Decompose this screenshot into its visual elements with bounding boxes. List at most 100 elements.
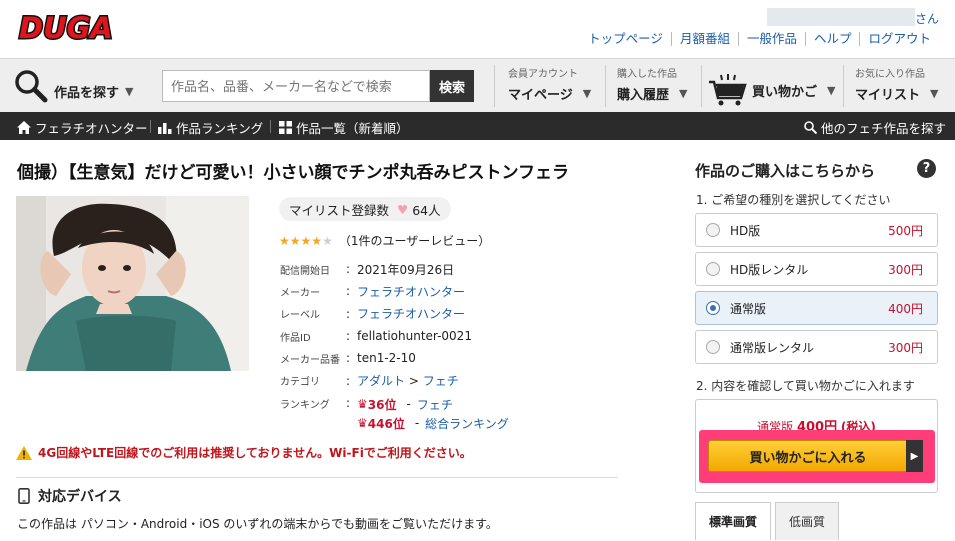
sub-nav: フェラチオハンター 作品ランキング 作品一覧（新着順） 他のフェチ作品を探す	[0, 112, 955, 140]
tab-low-quality[interactable]: 低画質	[775, 502, 839, 540]
device-heading-text: 対応デバイス	[38, 489, 122, 505]
star-empty-icon: ★	[322, 233, 333, 248]
cart-icon	[709, 74, 747, 106]
product-thumbnail[interactable]	[16, 196, 249, 371]
mylist-label: マイリスト	[855, 88, 921, 103]
radio-standard[interactable]	[706, 301, 720, 315]
star-filled-icon: ★	[300, 233, 312, 248]
link-top-page[interactable]: トップページ	[580, 32, 671, 46]
mypage-menu[interactable]: 会員アカウント マイページ ▼	[508, 65, 591, 107]
chevron-down-icon: ▼	[582, 87, 592, 100]
bar-chart-icon	[158, 123, 172, 134]
history-label: 購入履歴	[617, 88, 670, 103]
username-redacted	[767, 8, 915, 26]
divider	[16, 477, 618, 478]
grid-icon	[279, 121, 292, 134]
crown-icon: ♛	[357, 416, 368, 431]
meta-label: メーカー品番	[280, 354, 340, 366]
meta-label: メーカー	[280, 287, 320, 299]
meta-row-ranking: ランキング: ♛ 36位 - フェチ ♛ 446位 - 総合ランキング	[280, 395, 509, 432]
category-link-fetish[interactable]: フェチ	[423, 374, 459, 388]
rank-fetish-link[interactable]: フェチ	[417, 396, 453, 413]
rank-fetish-position: 36位	[367, 397, 397, 412]
main-nav: 作品を探す ▼ 検索 会員アカウント マイページ ▼ 購入した作品 購入履歴 ▼ 買…	[0, 58, 955, 112]
rank-overall-link[interactable]: 総合ランキング	[425, 415, 509, 432]
search-button[interactable]: 検索	[430, 70, 474, 102]
meta-row-id: 作品ID: fellatiohunter-0021	[280, 329, 472, 344]
home-icon	[17, 121, 31, 134]
search-label: 作品を探す	[54, 85, 120, 101]
meta-label: 配信開始日	[280, 265, 330, 277]
subnav-ranking[interactable]: 作品ランキング	[158, 118, 263, 137]
mypage-caption: 会員アカウント	[508, 69, 578, 80]
link-logout[interactable]: ログアウト	[859, 32, 939, 46]
top-bar: DUGA DUGA さん トップページ 月額番組 一般作品 ヘルプ ログアウト	[0, 0, 955, 58]
divider	[605, 65, 606, 107]
user-suffix: さん	[915, 12, 940, 26]
step1-label: 1. ご希望の種別を選択してください	[696, 193, 891, 207]
mylist-count-badge: マイリスト登録数 ♥ 64人	[279, 197, 451, 221]
mylist-count-value: 64人	[412, 202, 441, 218]
divider	[270, 120, 271, 133]
star-rating-icons: ★★★★★	[279, 234, 333, 248]
step2-label: 2. 内容を確認して買い物かごに入れます	[696, 379, 915, 393]
rating[interactable]: ★★★★★ （1件のユーザーレビュー）	[279, 232, 490, 249]
chevron-down-icon: ▼	[827, 83, 836, 97]
divider	[494, 65, 495, 107]
subnav-maker[interactable]: フェラチオハンター	[17, 118, 148, 137]
mypage-label: マイページ	[508, 88, 573, 103]
radio-hd-rental[interactable]	[706, 262, 720, 276]
link-help[interactable]: ヘルプ	[804, 32, 860, 46]
add-to-cart-button[interactable]: 買い物かごに入れる	[708, 440, 908, 472]
tab-standard-quality[interactable]: 標準画質	[695, 502, 771, 540]
option-standard-rental-label: 通常版レンタル	[730, 340, 815, 355]
option-hd-price: 500円	[888, 223, 923, 238]
meta-label: ランキング	[280, 399, 330, 411]
subnav-maker-label: フェラチオハンター	[35, 121, 148, 136]
link-monthly[interactable]: 月額番組	[670, 32, 738, 46]
category-link-adult[interactable]: アダルト	[357, 374, 405, 388]
duga-logo[interactable]: DUGA DUGA	[16, 12, 136, 42]
option-hd-rental[interactable]: HD版レンタル 300円	[695, 252, 938, 286]
history-menu[interactable]: 購入した作品 購入履歴 ▼	[617, 65, 687, 107]
product-title: 個撮）【生意気】だけど可愛い！小さい顔でチンポ丸呑みピストンフェラ	[17, 163, 569, 183]
search-input[interactable]	[162, 70, 430, 102]
meta-row-maker: メーカー: フェラチオハンター	[280, 283, 466, 300]
maker-link[interactable]: フェラチオハンター	[357, 283, 465, 300]
label-link[interactable]: フェラチオハンター	[357, 305, 465, 322]
network-warning: 4G回線やLTE回線でのご利用は推奨しておりません。Wi-Fiでご利用ください。	[16, 444, 472, 461]
search-category-menu[interactable]: 作品を探す ▼	[14, 69, 133, 103]
quality-tabs: 標準画質 低画質	[695, 502, 839, 540]
maker-code: ten1-2-10	[357, 351, 416, 366]
subnav-list-label: 作品一覧（新着順）	[296, 121, 409, 136]
help-icon[interactable]: ?	[917, 159, 936, 178]
star-filled-icon: ★	[311, 233, 323, 248]
review-count: （1件のユーザーレビュー）	[338, 234, 491, 248]
search-icon	[15, 70, 48, 103]
mylist-caption: お気に入り作品	[855, 69, 925, 80]
radio-hd[interactable]	[706, 223, 720, 237]
link-general[interactable]: 一般作品	[737, 32, 805, 46]
option-standard-rental[interactable]: 通常版レンタル 300円	[695, 330, 938, 364]
rank-overall: ♛ 446位 - 総合ランキング	[357, 415, 509, 432]
cart-menu[interactable]: 買い物かご ▼	[708, 69, 835, 111]
option-standard-rental-price: 300円	[888, 340, 923, 355]
rank-overall-position: 446位	[367, 416, 405, 431]
cart-label: 買い物かご	[752, 84, 818, 100]
network-warning-text: 4G回線やLTE回線でのご利用は推奨しておりません。Wi-Fiでご利用ください。	[38, 446, 472, 460]
product-id: fellatiohunter-0021	[357, 329, 472, 344]
option-hd-rental-label: HD版レンタル	[730, 262, 809, 277]
chevron-right-icon[interactable]: ▶	[906, 440, 923, 472]
subnav-other-fetish[interactable]: 他のフェチ作品を探す	[804, 118, 946, 137]
option-standard[interactable]: 通常版 400円	[695, 291, 938, 325]
option-hd-label: HD版	[730, 223, 761, 238]
subnav-list[interactable]: 作品一覧（新着順）	[279, 118, 409, 137]
mylist-menu[interactable]: お気に入り作品 マイリスト ▼	[855, 65, 938, 107]
chevron-down-icon: ▼	[679, 87, 688, 100]
radio-standard-rental[interactable]	[706, 340, 720, 354]
option-hd[interactable]: HD版 500円	[695, 213, 938, 247]
divider	[701, 65, 702, 107]
release-date: 2021年09月26日	[357, 262, 455, 277]
smartphone-icon	[18, 488, 30, 504]
meta-label: レーベル	[280, 310, 320, 322]
